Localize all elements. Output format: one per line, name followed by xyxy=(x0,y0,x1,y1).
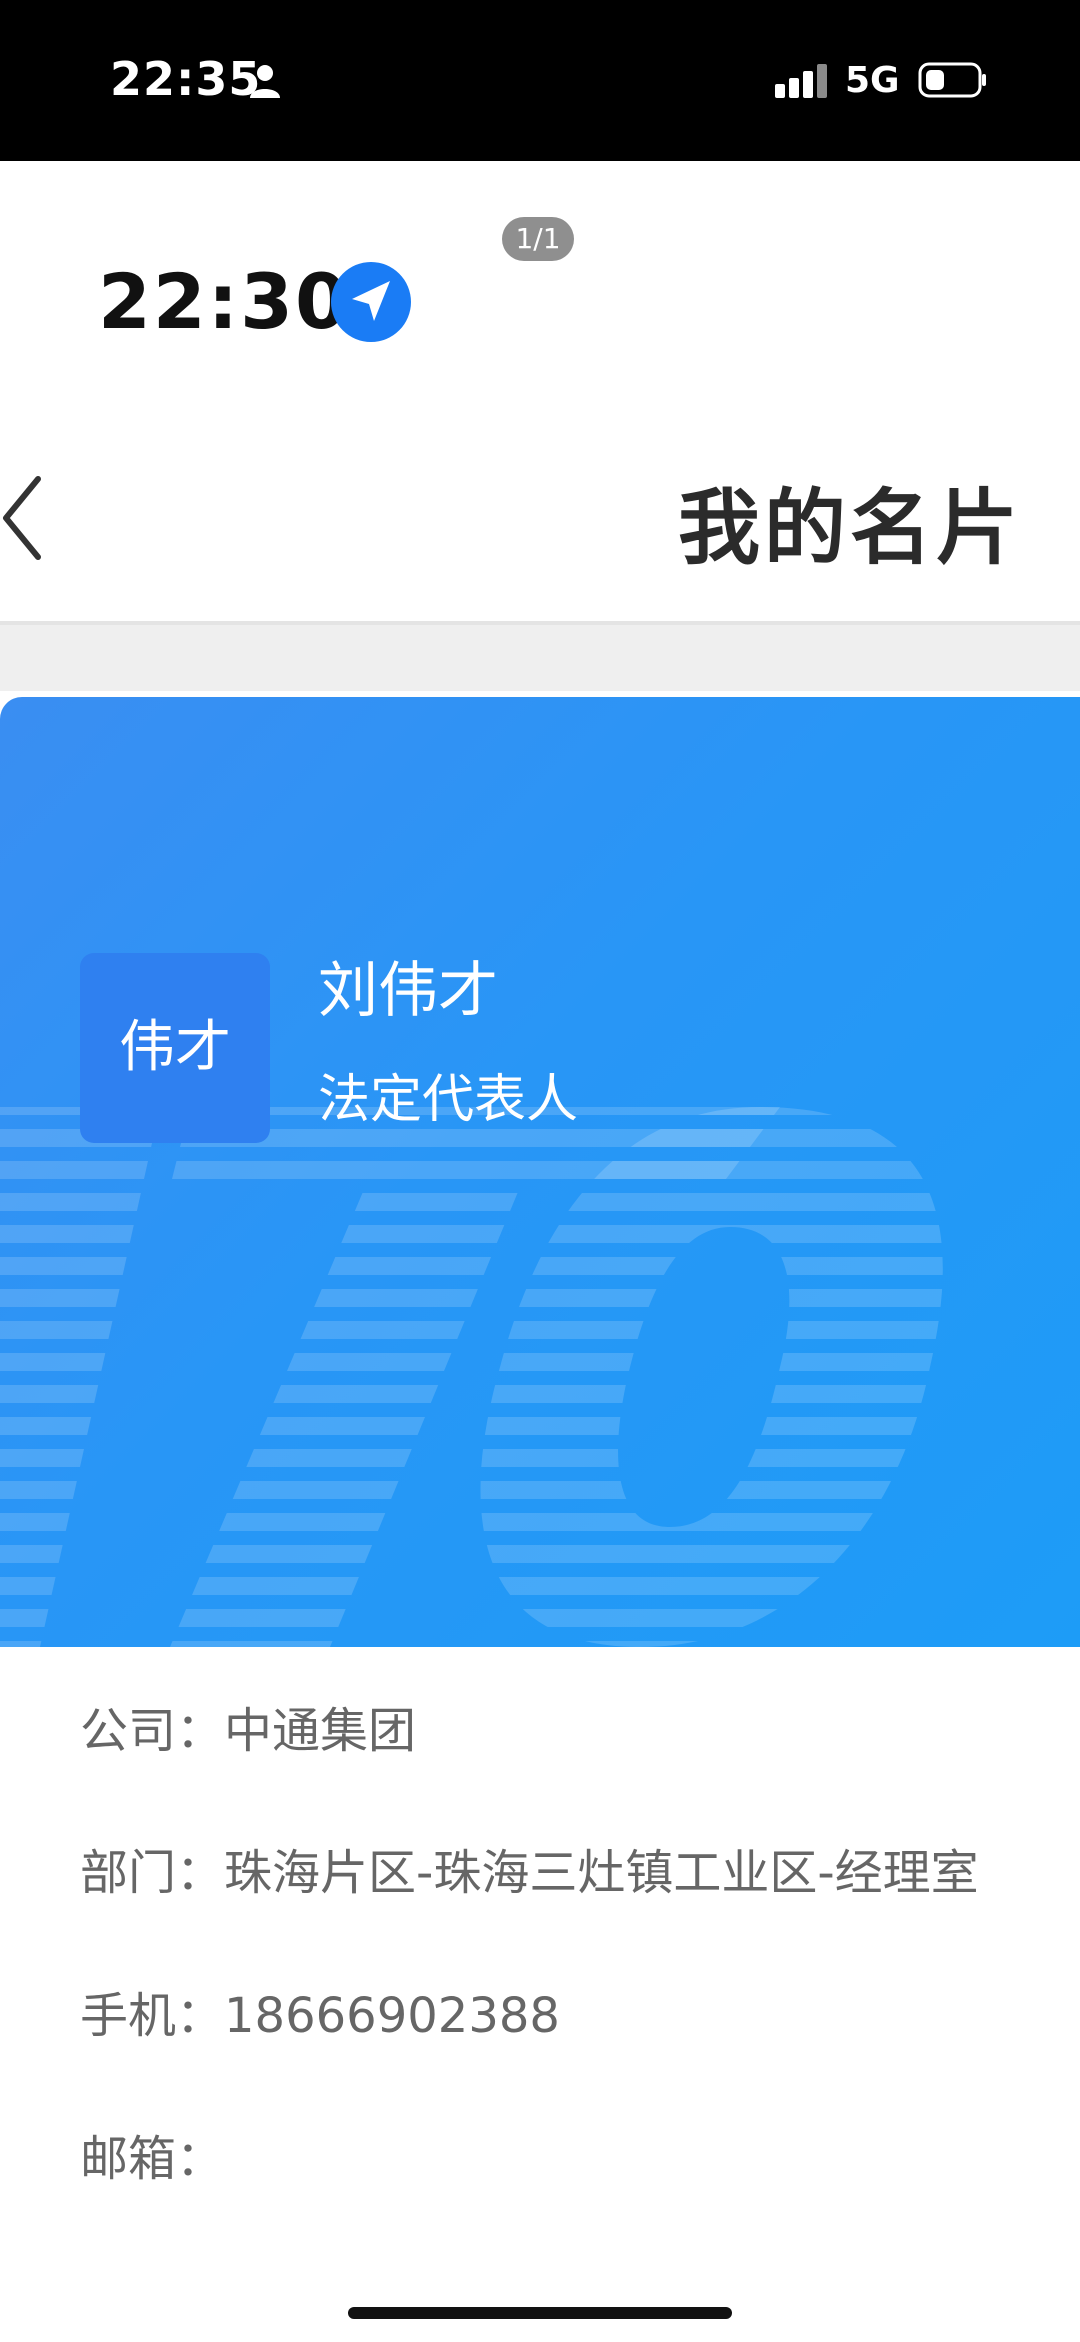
status-time: 22:35 xyxy=(110,52,262,106)
business-card: 伟才 刘伟才 法定代表人 xyxy=(0,697,1080,1647)
company-value: 中通集团 xyxy=(224,1703,417,1759)
avatar: 伟才 xyxy=(80,953,270,1143)
network-type: 5G xyxy=(845,60,900,101)
home-indicator[interactable] xyxy=(348,2307,732,2319)
department-label: 部门： xyxy=(80,1845,225,1901)
company-row: 公司：中通集团 xyxy=(80,1691,416,1761)
signal-icon xyxy=(775,64,827,98)
phone-row: 手机：18666902388 xyxy=(80,1976,560,2046)
location-arrow-icon xyxy=(331,262,411,342)
battery-icon xyxy=(918,62,986,98)
screenshot-content: 1/1 22:30 我的名片 伟才 刘伟才 法定代表人 公司：中通集团 部门：珠… xyxy=(0,161,1080,2342)
phone-label: 手机： xyxy=(80,1988,225,2044)
inner-status-time: 22:30 xyxy=(98,257,350,346)
phone-value[interactable]: 18666902388 xyxy=(224,1988,560,2044)
email-label: 邮箱： xyxy=(80,2131,225,2187)
page-title: 我的名片 xyxy=(677,481,1022,576)
department-row: 部门：珠海片区-珠海三灶镇工业区-经理室 xyxy=(80,1833,979,1903)
person-name: 刘伟才 xyxy=(318,956,498,1026)
status-bar: 22:35 5G xyxy=(0,0,1080,161)
person-title: 法定代表人 xyxy=(318,1070,579,1130)
section-gap xyxy=(0,625,1080,691)
back-chevron-icon[interactable] xyxy=(0,473,46,563)
page-indicator: 1/1 xyxy=(502,217,574,261)
person-icon xyxy=(250,65,280,98)
email-row: 邮箱： xyxy=(80,2119,224,2189)
zto-watermark-logo xyxy=(0,1107,943,1647)
company-label: 公司： xyxy=(80,1703,225,1759)
department-value: 珠海片区-珠海三灶镇工业区-经理室 xyxy=(224,1845,979,1901)
